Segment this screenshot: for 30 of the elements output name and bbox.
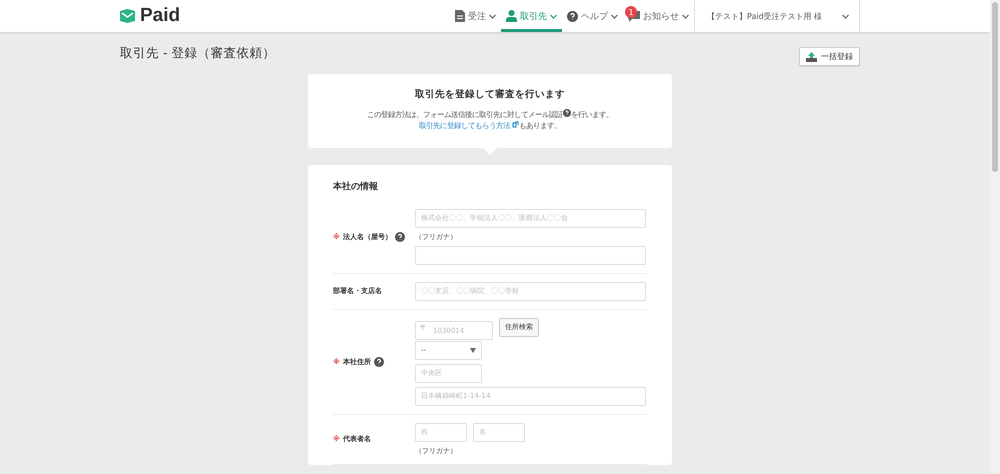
caret-icon bbox=[611, 14, 618, 18]
notification-badge: 1 bbox=[625, 6, 637, 18]
help-icon[interactable] bbox=[394, 232, 405, 242]
upload-icon bbox=[806, 52, 817, 62]
logo[interactable]: Paid bbox=[120, 0, 180, 32]
account-menu[interactable]: 【テスト】Paid受注テスト用 様 bbox=[694, 0, 860, 32]
section-title: 本社の情報 bbox=[333, 180, 379, 193]
nav-tab[interactable]: 取引先 bbox=[501, 0, 562, 32]
dropdown-arrow-icon bbox=[470, 348, 476, 353]
chat-icon bbox=[628, 10, 640, 22]
notice-title: 取引先を登録して審査を行います bbox=[415, 88, 565, 101]
help-icon[interactable] bbox=[563, 109, 571, 117]
logo-icon bbox=[120, 9, 135, 23]
caret-icon bbox=[489, 14, 496, 18]
person-icon bbox=[506, 10, 517, 22]
caret-icon bbox=[842, 14, 849, 18]
external-link-icon bbox=[512, 121, 520, 128]
logo-text: Paid bbox=[140, 5, 180, 27]
caret-icon bbox=[550, 14, 557, 18]
help-icon[interactable] bbox=[567, 10, 578, 22]
nav-tab[interactable]: 1 お知らせ bbox=[623, 0, 694, 32]
help-icon[interactable] bbox=[374, 356, 384, 367]
document-icon bbox=[455, 10, 465, 22]
text-field[interactable] bbox=[415, 246, 646, 265]
nav-tab[interactable]: 受注 bbox=[450, 0, 501, 32]
scrollbar[interactable] bbox=[990, 0, 1000, 474]
bulk-register-button[interactable]: 一括登録 bbox=[799, 47, 860, 66]
caret-icon bbox=[682, 14, 689, 18]
page-title: 取引先 - 登録（審査依頼） bbox=[120, 45, 276, 62]
nav-tab[interactable]: ヘルプ bbox=[562, 0, 623, 32]
